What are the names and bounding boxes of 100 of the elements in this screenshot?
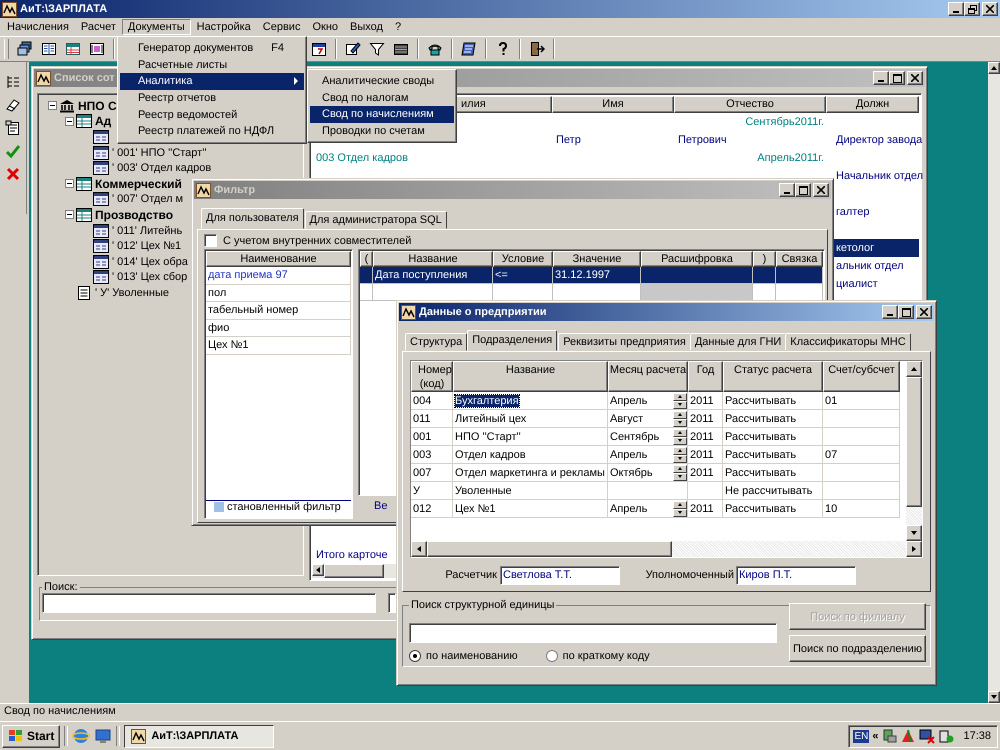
tree-item[interactable]: ' 011' Литейнь xyxy=(112,224,182,237)
tab[interactable]: Для пользователя xyxy=(201,208,304,229)
list-item[interactable]: табельный номер xyxy=(206,302,351,320)
scrollbar[interactable] xyxy=(906,361,922,541)
monitor-icon[interactable] xyxy=(919,728,936,744)
windows-icon[interactable] xyxy=(17,41,33,57)
calendar-icon[interactable] xyxy=(311,41,327,57)
minimize-button[interactable] xyxy=(948,2,964,16)
grid-icon[interactable] xyxy=(393,41,409,57)
list-item[interactable]: фио xyxy=(206,320,351,337)
search-field[interactable] xyxy=(409,623,777,643)
spin-button[interactable] xyxy=(673,392,687,408)
tree-item[interactable]: ' У' Уволенные xyxy=(95,286,169,299)
speaker-icon[interactable] xyxy=(938,728,954,744)
menu-item[interactable]: Свод по налогам xyxy=(310,90,454,106)
filter-icon[interactable] xyxy=(369,41,385,57)
menu-item[interactable]: Аналитика xyxy=(120,73,304,90)
menu-item[interactable]: Реестр платежей по НДФЛ xyxy=(120,122,304,140)
tree-item[interactable]: ' 014' Цех обра xyxy=(112,256,188,268)
tree-item[interactable]: Ад xyxy=(95,114,112,128)
tree-toggle[interactable] xyxy=(65,116,74,126)
list-item[interactable]: пол xyxy=(206,284,351,302)
start-button[interactable]: Start xyxy=(2,724,60,748)
menu-item[interactable]: Расчет xyxy=(74,19,122,35)
tree-toggle[interactable] xyxy=(65,210,74,220)
language-indicator[interactable]: EN xyxy=(853,730,870,742)
pencil-icon[interactable] xyxy=(345,41,361,57)
radio-button[interactable] xyxy=(409,650,421,662)
tab[interactable]: Классификаторы МНС xyxy=(785,333,911,351)
authorized-field[interactable]: Киров П.Т. xyxy=(736,566,856,584)
scrollbar[interactable] xyxy=(411,541,922,557)
menu-item[interactable]: Расчетные листы xyxy=(120,56,304,74)
menu-item[interactable]: ? xyxy=(388,19,408,35)
menu-item[interactable]: Аналитические своды xyxy=(310,73,454,90)
search-field[interactable] xyxy=(388,593,396,613)
tab[interactable]: Для администратора SQL xyxy=(304,211,447,229)
menu-item[interactable]: Настройка xyxy=(190,19,257,35)
menu-item[interactable]: Сервис xyxy=(256,19,306,35)
spin-button[interactable] xyxy=(673,446,687,462)
radio-label[interactable]: по наименованию xyxy=(426,650,518,662)
scroll-down-button[interactable] xyxy=(906,525,922,541)
tree-item[interactable]: Прозводство xyxy=(95,208,174,222)
restore-button[interactable] xyxy=(964,2,980,16)
desktop-icon[interactable] xyxy=(94,727,112,745)
menu-item[interactable]: Генератор документов F4 xyxy=(120,40,304,57)
tree-item[interactable]: ' 007' Отдел м xyxy=(112,193,184,206)
tab[interactable]: Подразделения xyxy=(467,330,558,351)
search-field[interactable] xyxy=(42,593,376,613)
column-header[interactable]: Имя xyxy=(552,96,674,113)
table-icon[interactable] xyxy=(65,41,81,57)
menu-item[interactable]: Проводки по счетам xyxy=(310,122,454,140)
tree-toggle[interactable] xyxy=(48,101,57,110)
spin-button[interactable] xyxy=(673,410,687,426)
card-icon[interactable] xyxy=(89,41,105,57)
close-button[interactable] xyxy=(916,305,932,319)
menu-item[interactable]: Реестр ведомостей xyxy=(120,106,304,123)
menu-item[interactable]: Реестр отчетов xyxy=(120,90,304,106)
minimize-button[interactable] xyxy=(882,305,898,319)
scroll-left-button[interactable] xyxy=(312,564,324,576)
menu-item[interactable]: Окно xyxy=(306,19,344,35)
tree-item[interactable]: ' 003' Отдел кадров xyxy=(112,162,212,174)
spin-button[interactable] xyxy=(673,428,687,444)
tree-item[interactable]: ' 001' НПО ''Старт'' xyxy=(112,146,206,159)
columns-icon[interactable] xyxy=(41,41,57,57)
exit-icon[interactable] xyxy=(529,41,545,57)
accountant-field[interactable]: Светлова Т.Т. xyxy=(500,566,620,584)
scroll-up-button[interactable] xyxy=(988,62,1000,74)
taskbar-button[interactable]: АиТ:\ЗАРПЛАТА xyxy=(124,724,274,748)
checkbox[interactable] xyxy=(204,234,217,247)
list-item[interactable]: дата приема 97 xyxy=(206,267,351,284)
column-header[interactable]: Отчество xyxy=(674,96,826,113)
scrollbar[interactable] xyxy=(988,62,1000,703)
tab[interactable]: Данные для ГНИ xyxy=(690,333,786,351)
menu-item[interactable]: Выход xyxy=(344,19,389,35)
tree-item[interactable]: ' 012' Цех №1 xyxy=(112,240,182,252)
close-button[interactable] xyxy=(982,2,998,16)
scroll-left-button[interactable] xyxy=(411,541,427,557)
search-button[interactable]: Поиск по подразделению xyxy=(789,635,926,662)
network-icon[interactable] xyxy=(881,728,898,744)
column-header[interactable]: илия xyxy=(456,96,552,113)
radio-button[interactable] xyxy=(546,650,558,662)
tray-expand-button[interactable]: « xyxy=(872,730,878,742)
scroll-right-button[interactable] xyxy=(906,541,922,557)
scroll-thumb[interactable] xyxy=(906,377,922,507)
table-row[interactable]: Дата поступления <= 31.12.1997 xyxy=(360,267,823,284)
spin-button[interactable] xyxy=(673,464,687,480)
list-item[interactable]: Цех №1 xyxy=(206,337,351,354)
scroll-thumb[interactable] xyxy=(427,541,672,557)
menu-item[interactable]: Свод по начислениям xyxy=(310,106,454,123)
radio-label[interactable]: по краткому коду xyxy=(562,650,650,662)
menu-item[interactable]: Документы xyxy=(122,19,191,35)
tree-item[interactable]: НПО С xyxy=(78,98,117,113)
spin-button[interactable] xyxy=(673,500,687,516)
list-icon[interactable] xyxy=(461,41,477,57)
tree-item[interactable]: Коммерческий xyxy=(95,176,182,191)
tab[interactable]: Реквизиты предприятия xyxy=(558,333,691,351)
triangle-icon[interactable] xyxy=(900,728,916,744)
scroll-down-button[interactable] xyxy=(988,691,1000,703)
maximize-button[interactable] xyxy=(898,305,914,319)
column-header[interactable]: Должн xyxy=(826,96,919,113)
